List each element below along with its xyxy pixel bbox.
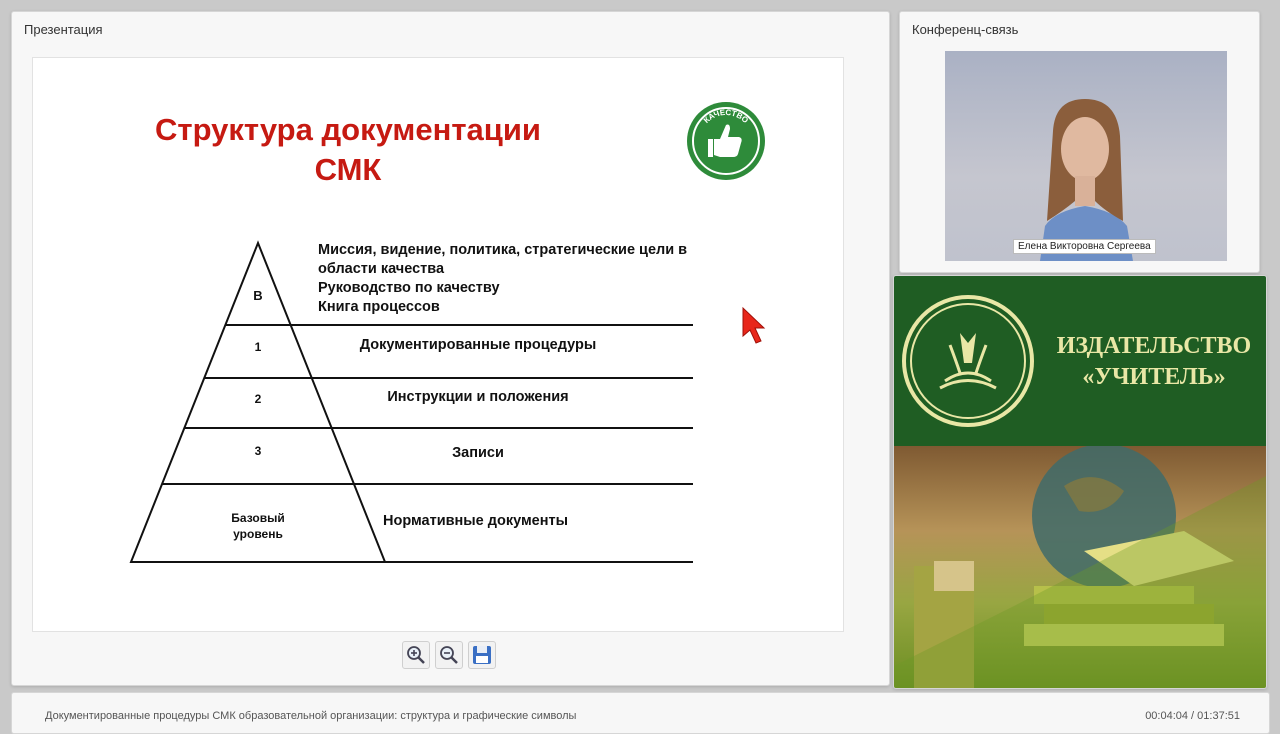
- publisher-banner[interactable]: ИЗДАТЕЛЬСТВО «УЧИТЕЛЬ»: [893, 275, 1267, 689]
- level-2-description: Инструкции и положения: [387, 389, 569, 405]
- save-button[interactable]: [468, 641, 496, 669]
- conference-panel: Конференц-связь Елена Викторовна Сергеев…: [899, 11, 1260, 273]
- presentation-panel-title: Презентация: [24, 22, 103, 37]
- publisher-banner-top: ИЗДАТЕЛЬСТВО «УЧИТЕЛЬ»: [894, 276, 1266, 446]
- publisher-logo-icon: [902, 295, 1034, 427]
- save-icon: [473, 646, 491, 664]
- publisher-banner-image: [894, 444, 1266, 688]
- conference-panel-title: Конференц-связь: [912, 22, 1019, 37]
- zoom-in-icon: [407, 646, 425, 664]
- pyramid-level-1: 1: [254, 340, 262, 354]
- pointer-cursor-icon: [742, 306, 766, 344]
- level-1-description: Документированные процедуры: [359, 337, 597, 353]
- lecture-title: Документированные процедуры СМК образова…: [45, 710, 577, 722]
- pyramid-level-3: 3: [254, 444, 262, 458]
- level-3-description: Записи: [452, 445, 504, 461]
- level-base-description: Нормативные документы: [383, 513, 568, 529]
- playback-time: 00:04:04 / 01:37:51: [1145, 710, 1240, 722]
- publisher-name-line1: ИЗДАТЕЛЬСТВО: [1056, 333, 1252, 359]
- zoom-out-button[interactable]: [435, 641, 463, 669]
- speaker-avatar-icon: [1040, 99, 1133, 261]
- globe-books-illustration-icon: [894, 444, 1266, 688]
- speaker-name-tag: Елена Викторовна Сергеева: [1013, 239, 1156, 254]
- slide: Структура документации СМК КАЧЕСТВО В Ми…: [32, 57, 844, 632]
- pyramid-level-base: Базовый уровень: [231, 511, 285, 541]
- publisher-name-line2: «УЧИТЕЛЬ»: [1082, 364, 1226, 390]
- pyramid-level-2: 2: [254, 392, 262, 406]
- status-bar: Документированные процедуры СМК образова…: [11, 692, 1270, 734]
- pyramid-level-top: В: [253, 288, 263, 303]
- top-level-description: Миссия, видение, политика, стратегически…: [318, 242, 688, 315]
- presentation-panel: Презентация Структура документации СМК К…: [11, 11, 890, 686]
- zoom-out-icon: [440, 646, 458, 664]
- zoom-in-button[interactable]: [402, 641, 430, 669]
- speaker-video[interactable]: Елена Викторовна Сергеева: [945, 51, 1227, 261]
